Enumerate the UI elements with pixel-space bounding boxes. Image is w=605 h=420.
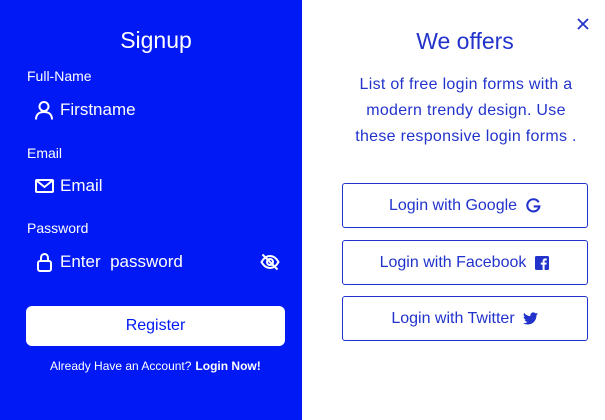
register-button[interactable]: Register: [26, 306, 285, 346]
login-facebook-label: Login with Facebook: [379, 253, 527, 271]
lock-icon: [34, 252, 54, 272]
email-placeholder: Email: [60, 176, 103, 195]
login-google-button[interactable]: Login with Google: [342, 183, 588, 228]
fullname-placeholder: Firstname: [60, 100, 136, 119]
account-prompt-text: Already Have an Account?: [50, 359, 192, 373]
signup-panel: Signup Full-Name Firstname Email Email P…: [0, 0, 302, 420]
password-field[interactable]: Enter password: [34, 249, 284, 275]
login-twitter-label: Login with Twitter: [391, 309, 515, 327]
twitter-icon: [523, 311, 539, 327]
login-google-label: Login with Google: [388, 196, 518, 214]
google-icon: [525, 198, 541, 214]
password-placeholder: Enter password: [60, 252, 183, 271]
login-now-link[interactable]: Login Now!: [195, 359, 260, 373]
signup-title: Signup: [120, 27, 192, 53]
fullname-label: Full-Name: [27, 68, 92, 84]
login-prompt: Already Have an Account? Login Now!: [50, 359, 261, 373]
mail-icon: [34, 176, 54, 196]
offers-description: List of free login forms with a modern t…: [355, 76, 577, 145]
user-icon: [34, 100, 54, 120]
email-label: Email: [27, 145, 63, 161]
offers-title: We offers: [416, 28, 514, 54]
login-facebook-button[interactable]: Login with Facebook: [342, 240, 588, 285]
eye-off-icon[interactable]: [260, 252, 280, 272]
password-label: Password: [27, 220, 89, 236]
offers-panel: We offers List of free login forms with …: [302, 0, 605, 420]
fullname-field[interactable]: Firstname: [34, 97, 284, 123]
login-twitter-button[interactable]: Login with Twitter: [342, 296, 588, 341]
facebook-icon: [534, 255, 550, 271]
email-field[interactable]: Email: [34, 173, 284, 199]
